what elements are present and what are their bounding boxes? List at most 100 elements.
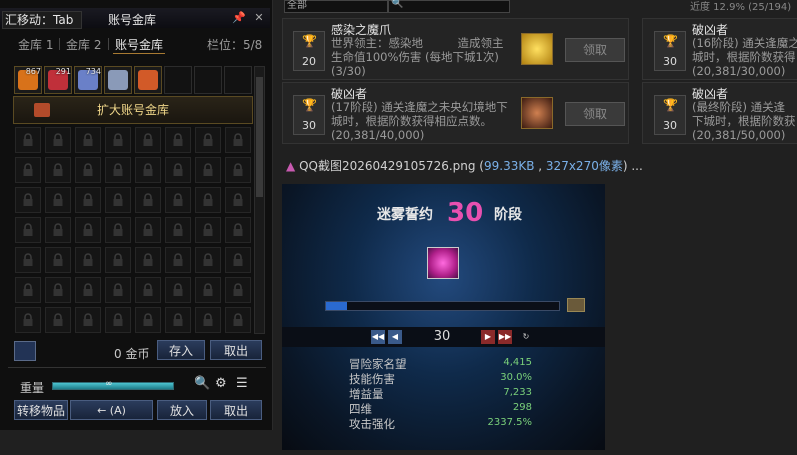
locked-slot[interactable]	[195, 277, 221, 303]
locked-slot[interactable]	[135, 217, 161, 243]
locked-slot[interactable]	[45, 187, 71, 213]
pin-icon[interactable]: 📌	[232, 11, 246, 25]
locked-slot[interactable]	[15, 247, 41, 273]
locked-slot[interactable]	[45, 127, 71, 153]
locked-slot[interactable]	[135, 157, 161, 183]
next-page-icon[interactable]: ▶	[481, 330, 495, 344]
lock-icon	[203, 193, 213, 206]
category-select[interactable]: 全部	[284, 0, 388, 13]
locked-slot[interactable]	[105, 277, 131, 303]
item-slot[interactable]: 734	[74, 66, 102, 94]
last-page-icon[interactable]: ▶▶	[498, 330, 512, 344]
locked-slot[interactable]	[75, 277, 101, 303]
locked-slot[interactable]	[45, 247, 71, 273]
locked-slot[interactable]	[15, 277, 41, 303]
file-size-link[interactable]: 99.33KB	[484, 159, 534, 173]
locked-slot[interactable]	[105, 217, 131, 243]
locked-slot[interactable]	[45, 217, 71, 243]
locked-slot[interactable]	[165, 187, 191, 213]
locked-slot[interactable]	[75, 247, 101, 273]
withdraw-button[interactable]: 取出	[210, 340, 262, 360]
tab-vault-1[interactable]: 金库 1	[18, 36, 53, 53]
locked-slot[interactable]	[15, 187, 41, 213]
locked-slot[interactable]	[45, 157, 71, 183]
prev-page-icon[interactable]: ◀	[388, 330, 402, 344]
empty-slot[interactable]	[194, 66, 222, 94]
item-slot[interactable]: 291	[44, 66, 72, 94]
locked-slot[interactable]	[135, 127, 161, 153]
trophy-icon: 🏆 30	[654, 31, 686, 71]
item-slot[interactable]	[104, 66, 132, 94]
locked-slot[interactable]	[195, 187, 221, 213]
locked-slot[interactable]	[105, 187, 131, 213]
locked-slot[interactable]	[135, 247, 161, 273]
list-icon[interactable]: ☰	[236, 376, 248, 391]
locked-slot[interactable]	[75, 217, 101, 243]
locked-slot[interactable]	[195, 157, 221, 183]
lock-icon	[53, 313, 63, 326]
locked-slot[interactable]	[165, 277, 191, 303]
locked-slot[interactable]	[195, 307, 221, 333]
locked-slot[interactable]	[105, 157, 131, 183]
locked-slot[interactable]	[15, 127, 41, 153]
locked-slot[interactable]	[75, 307, 101, 333]
expand-vault-button[interactable]: 扩大账号金库	[13, 96, 253, 124]
empty-slot[interactable]	[224, 66, 252, 94]
locked-slot[interactable]	[165, 307, 191, 333]
locked-slot[interactable]	[165, 247, 191, 273]
locked-slot[interactable]	[135, 307, 161, 333]
locked-slot[interactable]	[195, 127, 221, 153]
locked-slot[interactable]	[45, 277, 71, 303]
locked-slot[interactable]	[105, 247, 131, 273]
transfer-items-button[interactable]: 转移物品	[14, 400, 68, 420]
file-dims-link[interactable]: 327x270像素	[546, 159, 623, 173]
lock-icon	[83, 253, 93, 266]
locked-slot[interactable]	[135, 187, 161, 213]
locked-slot[interactable]	[15, 307, 41, 333]
vault-sort-icon[interactable]	[14, 341, 36, 361]
tab-vault-2[interactable]: 金库 2	[66, 36, 101, 53]
locked-slot[interactable]	[75, 187, 101, 213]
scroll-thumb[interactable]	[256, 77, 263, 197]
tab-account-vault[interactable]: 账号金库	[115, 36, 163, 53]
locked-slot[interactable]	[225, 307, 251, 333]
locked-slot[interactable]	[75, 157, 101, 183]
locked-slot[interactable]	[135, 277, 161, 303]
locked-slot[interactable]	[225, 187, 251, 213]
locked-slot[interactable]	[195, 217, 221, 243]
claim-button[interactable]: 领取	[565, 38, 625, 62]
locked-slot[interactable]	[15, 157, 41, 183]
locked-slot[interactable]	[75, 127, 101, 153]
locked-slot[interactable]	[45, 307, 71, 333]
lock-icon	[233, 223, 243, 236]
embedded-screenshot[interactable]: 迷雾誓约 30 阶段 ◀◀ ◀ 30 ▶ ▶▶ ↻ 冒险家名望 4,415 技能…	[282, 184, 605, 450]
claim-button[interactable]: 领取	[565, 102, 625, 126]
item-slot[interactable]	[134, 66, 162, 94]
locked-slot[interactable]	[165, 217, 191, 243]
search-input[interactable]: 🔍	[388, 0, 510, 13]
locked-slot[interactable]	[225, 217, 251, 243]
item-slot[interactable]: 867	[14, 66, 42, 94]
deposit-button[interactable]: 存入	[157, 340, 205, 360]
locked-slot[interactable]	[225, 277, 251, 303]
locked-slot[interactable]	[195, 247, 221, 273]
locked-slot[interactable]	[165, 157, 191, 183]
search-icon[interactable]: 🔍	[194, 376, 210, 391]
take-out-button[interactable]: 取出	[210, 400, 262, 420]
locked-slot[interactable]	[15, 217, 41, 243]
refresh-icon[interactable]: ↻	[519, 330, 533, 344]
locked-slot[interactable]	[105, 307, 131, 333]
put-in-button[interactable]: 放入	[157, 400, 207, 420]
vault-scrollbar[interactable]	[254, 66, 265, 334]
locked-slot[interactable]	[105, 127, 131, 153]
locked-slot[interactable]	[225, 247, 251, 273]
locked-slot[interactable]	[225, 157, 251, 183]
empty-slot[interactable]	[164, 66, 192, 94]
transfer-mode-button[interactable]: ← (A)	[70, 400, 153, 420]
locked-slot[interactable]	[165, 127, 191, 153]
first-page-icon[interactable]: ◀◀	[371, 330, 385, 344]
gear-icon[interactable]: ⚙	[215, 376, 227, 391]
item-count: 867	[25, 67, 41, 76]
locked-slot[interactable]	[225, 127, 251, 153]
close-icon[interactable]: ✕	[252, 11, 266, 25]
